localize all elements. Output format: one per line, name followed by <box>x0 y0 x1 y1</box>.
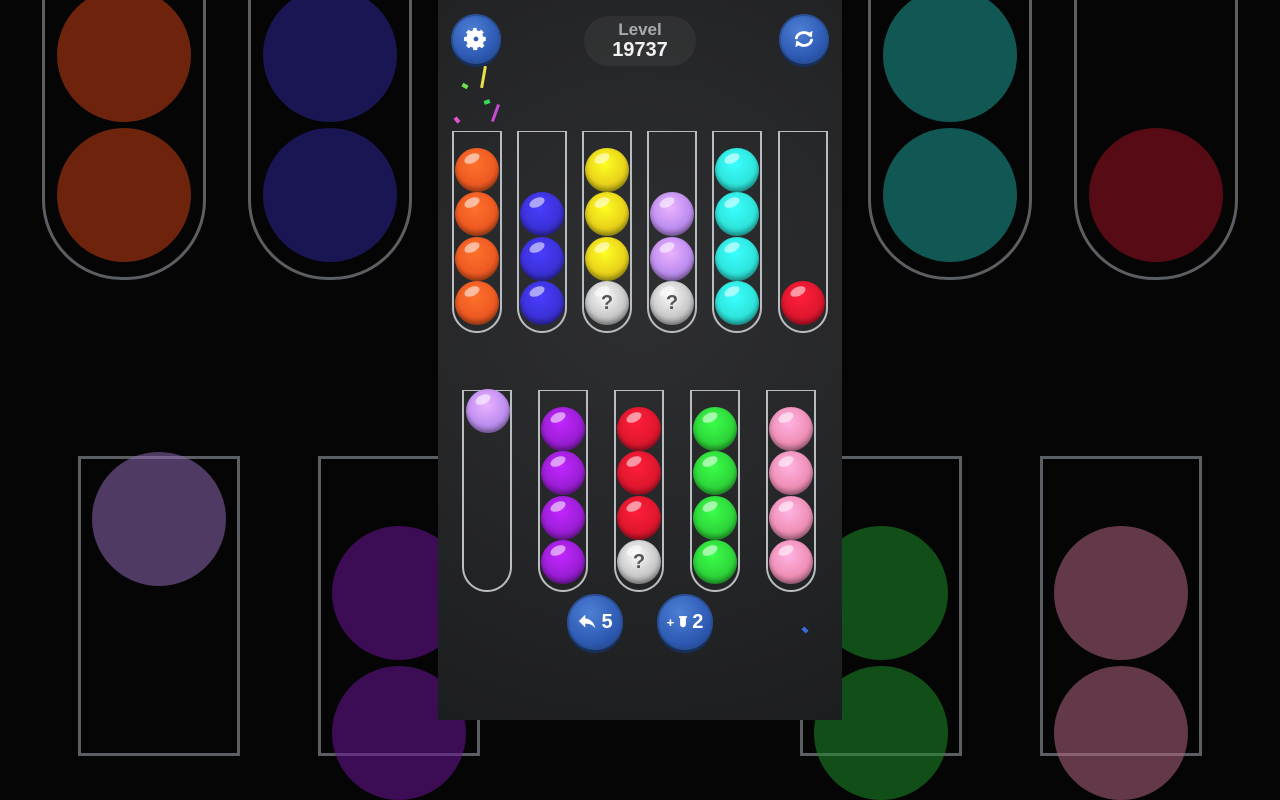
ball-purple <box>541 495 585 540</box>
ball-unknown: ? <box>650 281 694 325</box>
settings-button[interactable] <box>451 14 501 64</box>
confetti <box>453 116 461 124</box>
bg-ball <box>1054 526 1188 660</box>
level-indicator: Level 19737 <box>584 16 696 66</box>
bg-ball <box>883 128 1017 262</box>
ball-lavender <box>650 236 694 281</box>
ball-purple <box>541 406 585 451</box>
ball-yellow <box>585 236 629 281</box>
ball-blue <box>520 281 564 325</box>
restart-button[interactable] <box>779 14 829 64</box>
ball-blue <box>520 192 564 236</box>
ball-orange <box>455 281 499 325</box>
ball-blue <box>520 236 564 281</box>
ball-lavender <box>650 192 694 236</box>
ball-pink <box>769 495 813 540</box>
ball-unknown: ? <box>617 540 661 584</box>
ball-orange <box>455 236 499 281</box>
level-number: 19737 <box>612 39 668 61</box>
ball-red <box>617 451 661 495</box>
ball-cyan <box>715 236 759 281</box>
ball-green <box>693 495 737 540</box>
unknown-ball-mark: ? <box>632 550 646 573</box>
undo-arrow-icon <box>577 611 599 633</box>
ball-yellow <box>585 192 629 236</box>
ball-purple <box>541 540 585 584</box>
ball-cyan <box>715 281 759 325</box>
bg-ball <box>57 128 191 262</box>
bg-ball <box>1089 128 1223 262</box>
unknown-ball-mark: ? <box>665 291 679 314</box>
confetti <box>801 626 809 634</box>
ball-pink <box>769 451 813 495</box>
confetti <box>491 104 500 122</box>
ball-green <box>693 451 737 495</box>
ball-purple <box>541 451 585 495</box>
bg-ball <box>92 452 226 586</box>
restart-arrows-icon <box>791 26 817 52</box>
ball-red <box>781 281 825 325</box>
confetti <box>480 65 487 89</box>
ball-red <box>617 406 661 451</box>
ball-green <box>693 540 737 584</box>
ball-red <box>617 495 661 540</box>
ball-unknown: ? <box>585 281 629 325</box>
bg-ball <box>263 128 397 262</box>
confetti <box>461 82 469 90</box>
bg-ball <box>1054 666 1188 800</box>
unknown-ball-mark: ? <box>600 291 614 314</box>
lifted-ball <box>466 389 510 433</box>
ball-pink <box>769 540 813 584</box>
add-tube-button[interactable]: + 2 <box>657 594 713 650</box>
ball-orange <box>455 192 499 236</box>
gear-icon <box>463 26 489 52</box>
ball-orange <box>455 147 499 192</box>
undo-count: 5 <box>601 610 613 633</box>
add-tube-prefix: + <box>666 614 675 630</box>
confetti <box>483 99 491 105</box>
add-tube-icon <box>676 611 690 633</box>
ball-cyan <box>715 192 759 236</box>
ball-green <box>693 406 737 451</box>
undo-button[interactable]: 5 <box>567 594 623 650</box>
game-board: Level 19737 5 + 2 ??? <box>438 0 842 720</box>
ball-pink <box>769 406 813 451</box>
add-tube-count: 2 <box>692 610 704 633</box>
ball-cyan <box>715 147 759 192</box>
ball-yellow <box>585 147 629 192</box>
level-label: Level <box>618 20 662 39</box>
